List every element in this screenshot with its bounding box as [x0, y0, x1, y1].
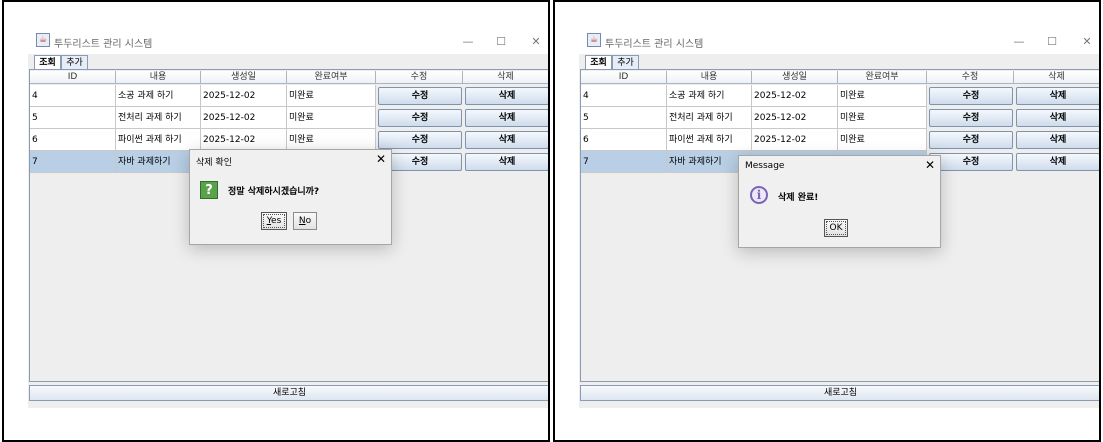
- table-cell-content[interactable]: 파이썬 과제 하기: [116, 129, 201, 151]
- window-title: 투두리스트 관리 시스템: [605, 39, 704, 50]
- table-cell-content[interactable]: 파이썬 과제 하기: [667, 129, 752, 151]
- maximize-icon[interactable]: ☐: [1044, 35, 1060, 49]
- screenshot-panel-message: ☕ 투두리스트 관리 시스템 — ☐ ✕ 조회 추가 ID 내용 생성일 완료여부 수정 삭제 4 소공 과…: [553, 0, 1101, 442]
- table-cell-status[interactable]: 미완료: [287, 85, 376, 107]
- close-icon[interactable]: ✕: [1079, 35, 1095, 49]
- table-cell-status[interactable]: 미완료: [838, 107, 927, 129]
- table-cell-created[interactable]: 2025-12-02: [201, 107, 287, 129]
- close-icon[interactable]: ✕: [925, 159, 935, 171]
- refresh-button[interactable]: 새로고침: [29, 385, 548, 401]
- screenshot-panel-confirm: ☕ 투두리스트 관리 시스템 — ☐ ✕ 조회 추가 ID 내용 생성일 완료여부 수정 삭제 4 소공 과…: [2, 0, 550, 442]
- column-header[interactable]: ID: [30, 71, 116, 84]
- column-header[interactable]: 수정: [376, 71, 463, 84]
- table-cell-status[interactable]: 미완료: [287, 129, 376, 151]
- table-cell-created[interactable]: 2025-12-02: [201, 85, 287, 107]
- edit-button[interactable]: 수정: [378, 109, 462, 127]
- delete-button[interactable]: 삭제: [465, 153, 548, 171]
- delete-button[interactable]: 삭제: [1016, 153, 1099, 171]
- tab-add[interactable]: 추가: [61, 55, 88, 69]
- table-cell-status[interactable]: 미완료: [287, 107, 376, 129]
- delete-button[interactable]: 삭제: [1016, 131, 1099, 149]
- edit-button[interactable]: 수정: [378, 87, 462, 105]
- table-cell-content[interactable]: 전처리 과제 하기: [667, 107, 752, 129]
- column-header[interactable]: 생성일: [752, 71, 838, 84]
- table-cell-status[interactable]: 미완료: [838, 85, 927, 107]
- no-mnemonic: N: [298, 216, 306, 226]
- info-icon: i: [750, 186, 768, 204]
- table-cell-created[interactable]: 2025-12-02: [752, 129, 838, 151]
- edit-button[interactable]: 수정: [929, 131, 1013, 149]
- table-cell-id[interactable]: 7: [581, 151, 667, 173]
- column-header[interactable]: 수정: [927, 71, 1014, 84]
- table-cell-content[interactable]: 전처리 과제 하기: [116, 107, 201, 129]
- table-cell-status[interactable]: 미완료: [838, 129, 927, 151]
- yes-label: es: [271, 216, 282, 226]
- no-label: o: [305, 216, 312, 226]
- table-cell-created[interactable]: 2025-12-02: [752, 85, 838, 107]
- dialog-title: 삭제 확인: [196, 158, 232, 168]
- table-cell-id[interactable]: 5: [581, 107, 667, 129]
- column-header[interactable]: 삭제: [1014, 71, 1099, 84]
- delete-button[interactable]: 삭제: [465, 109, 548, 127]
- delete-button[interactable]: 삭제: [1016, 87, 1099, 105]
- java-app-icon: ☕: [36, 33, 50, 47]
- question-icon: ?: [200, 181, 218, 199]
- table-cell-id[interactable]: 7: [30, 151, 116, 173]
- close-icon[interactable]: ✕: [528, 35, 544, 49]
- table-cell-content[interactable]: 소공 과제 하기: [667, 85, 752, 107]
- minimize-icon[interactable]: —: [1011, 35, 1027, 49]
- column-header[interactable]: 완료여부: [838, 71, 927, 84]
- column-header[interactable]: ID: [581, 71, 667, 84]
- table-cell-id[interactable]: 6: [30, 129, 116, 151]
- tab-view[interactable]: 조회: [34, 55, 61, 69]
- dialog-title: Message: [745, 161, 785, 171]
- table-cell-id[interactable]: 4: [30, 85, 116, 107]
- column-header[interactable]: 생성일: [201, 71, 287, 84]
- table-cell-id[interactable]: 5: [30, 107, 116, 129]
- message-dialog: Message ✕ i 삭제 완료! OK: [738, 155, 941, 248]
- edit-button[interactable]: 수정: [929, 109, 1013, 127]
- delete-button[interactable]: 삭제: [465, 87, 548, 105]
- yes-button[interactable]: Yes: [261, 212, 287, 230]
- table-cell-created[interactable]: 2025-12-02: [752, 107, 838, 129]
- column-header[interactable]: 삭제: [463, 71, 548, 84]
- column-header[interactable]: 내용: [667, 71, 752, 84]
- no-button[interactable]: No: [293, 212, 317, 230]
- table-cell-created[interactable]: 2025-12-02: [201, 129, 287, 151]
- edit-button[interactable]: 수정: [929, 87, 1013, 105]
- edit-button[interactable]: 수정: [929, 153, 1013, 171]
- table-cell-content[interactable]: 소공 과제 하기: [116, 85, 201, 107]
- refresh-button[interactable]: 새로고침: [580, 385, 1099, 401]
- close-icon[interactable]: ✕: [376, 153, 386, 165]
- table-cell-id[interactable]: 4: [581, 85, 667, 107]
- window-title: 투두리스트 관리 시스템: [54, 39, 153, 50]
- column-header[interactable]: 내용: [116, 71, 201, 84]
- delete-button[interactable]: 삭제: [1016, 109, 1099, 127]
- ok-button[interactable]: OK: [824, 219, 848, 237]
- dialog-message: 삭제 완료!: [778, 193, 819, 203]
- delete-button[interactable]: 삭제: [465, 131, 548, 149]
- edit-button[interactable]: 수정: [378, 131, 462, 149]
- confirm-dialog: 삭제 확인 ✕? 정말 삭제하시겠습니까? Yes No: [189, 149, 392, 245]
- table-cell-id[interactable]: 6: [581, 129, 667, 151]
- tab-view[interactable]: 조회: [585, 55, 612, 69]
- minimize-icon[interactable]: —: [460, 35, 476, 49]
- column-header[interactable]: 완료여부: [287, 71, 376, 84]
- dialog-message: 정말 삭제하시겠습니까?: [228, 187, 320, 197]
- maximize-icon[interactable]: ☐: [493, 35, 509, 49]
- java-app-icon: ☕: [587, 33, 601, 47]
- tab-add[interactable]: 추가: [612, 55, 639, 69]
